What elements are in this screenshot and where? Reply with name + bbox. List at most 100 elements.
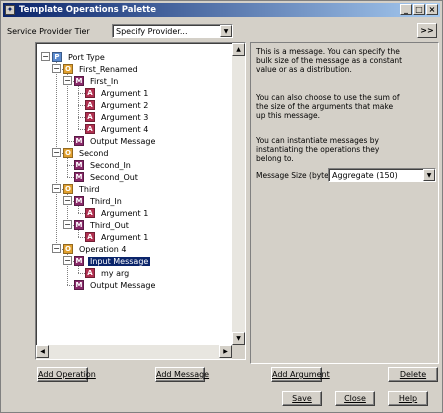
tree-node-label: Argument 2 (101, 100, 149, 110)
tree-node-message[interactable]: M Third_In (74, 195, 124, 207)
tree-connector (78, 117, 85, 118)
operations-tree[interactable]: − P Port Type − O First_Renamed − M First_In A Arg… (35, 42, 246, 360)
tree-node-message[interactable]: M First_In (74, 75, 120, 87)
tree-node-message[interactable]: M Output Message (74, 279, 157, 291)
maximize-button[interactable]: □ (413, 4, 425, 15)
message-size-value: Aggregate (150) (332, 170, 398, 180)
message-size-select[interactable]: Aggregate (150) ▼ (328, 168, 436, 182)
tree-connector (67, 158, 68, 177)
operation-icon: O (63, 64, 73, 74)
info-text-1: This is a message. You can specify the b… (256, 47, 403, 74)
tree-node-message[interactable]: M Output Message (74, 135, 157, 147)
tree-connector (78, 206, 79, 213)
argument-icon: A (85, 124, 95, 134)
add-operation-button[interactable]: Add Operation (37, 367, 96, 382)
tree-connector (67, 141, 74, 142)
message-icon: M (74, 280, 84, 290)
tree-connector (78, 213, 85, 214)
tree-node-message[interactable]: M Input Message (74, 255, 151, 267)
scroll-left-icon[interactable]: ◀ (36, 345, 49, 358)
collapse-icon[interactable]: − (52, 64, 61, 73)
service-provider-tier-label: Service Provider Tier (7, 27, 90, 36)
message-icon: M (74, 256, 84, 266)
tree-connector (78, 129, 85, 130)
collapse-icon[interactable]: − (63, 76, 72, 85)
tree-node-label: Argument 1 (101, 88, 149, 98)
tree-node-operation[interactable]: O First_Renamed (63, 63, 140, 75)
tree-vertical-scrollbar[interactable]: ▲ ▼ (232, 43, 245, 345)
add-argument-button[interactable]: Add Argument (271, 367, 330, 382)
message-icon: M (74, 196, 84, 206)
tree-node-port-type[interactable]: P Port Type (52, 51, 107, 63)
message-icon: M (74, 172, 84, 182)
tree-connector (78, 230, 79, 237)
argument-icon: A (85, 208, 95, 218)
window-title: Template Operations Palette (19, 5, 157, 15)
minimize-button[interactable]: _ (400, 4, 412, 15)
tree-node-message[interactable]: M Second_Out (74, 171, 140, 183)
tree-horizontal-scrollbar[interactable]: ◀ ▶ (36, 345, 232, 359)
tree-node-argument[interactable]: Amy arg (85, 267, 131, 279)
tree-node-label: Input Message (88, 256, 151, 266)
argument-icon: A (85, 112, 95, 122)
tree-connector (78, 237, 85, 238)
tree-node-operation[interactable]: O Operation 4 (63, 243, 128, 255)
collapse-icon[interactable]: − (52, 244, 61, 253)
info-text-2: You can also choose to use the sum of th… (256, 93, 400, 120)
tree-node-label: Third_In (90, 196, 122, 206)
tree-node-label: Argument 3 (101, 112, 149, 122)
tree-node-label: First_In (90, 76, 119, 86)
close-window-button[interactable]: × (426, 4, 438, 15)
message-icon: M (74, 76, 84, 86)
tree-node-label: Third_Out (90, 220, 129, 230)
argument-icon: A (85, 100, 95, 110)
tree-node-operation[interactable]: O Second (63, 147, 110, 159)
collapse-icon[interactable]: − (63, 256, 72, 265)
tree-connector (78, 273, 85, 274)
title-bar[interactable]: ✦ Template Operations Palette _ □ × (3, 3, 440, 17)
collapse-icon[interactable]: − (52, 148, 61, 157)
add-message-button[interactable]: Add Message (155, 367, 209, 382)
tree-node-label: my arg (101, 268, 130, 278)
tree-node-argument[interactable]: A Argument 1 (85, 231, 150, 243)
tree-node-label: Argument 4 (101, 124, 149, 134)
argument-icon: A (85, 268, 95, 278)
scroll-right-icon[interactable]: ▶ (219, 345, 232, 358)
collapse-icon[interactable]: − (63, 220, 72, 229)
close-button[interactable]: Close (335, 391, 375, 406)
tree-node-argument[interactable]: A Argument 3 (85, 111, 150, 123)
operation-icon: O (63, 244, 73, 254)
operation-icon: O (63, 148, 73, 158)
app-icon: ✦ (5, 5, 15, 15)
tree-node-label: Second (79, 148, 109, 158)
scroll-down-icon[interactable]: ▼ (232, 332, 245, 345)
port-type-icon: P (52, 52, 62, 62)
tree-node-argument[interactable]: A Argument 1 (85, 207, 150, 219)
tree-connector (78, 266, 79, 273)
scroll-up-icon[interactable]: ▲ (232, 43, 245, 56)
collapse-icon[interactable]: − (41, 52, 50, 61)
tree-node-message[interactable]: M Third_Out (74, 219, 131, 231)
expand-button[interactable]: >> (417, 23, 437, 38)
tree-node-label: Port Type (68, 52, 105, 62)
tree-node-label: Second_In (90, 160, 131, 170)
scrollbar-corner (232, 345, 245, 359)
message-icon: M (74, 220, 84, 230)
collapse-icon[interactable]: − (63, 196, 72, 205)
tree-node-argument[interactable]: A Argument 4 (85, 123, 150, 135)
collapse-icon[interactable]: − (52, 184, 61, 193)
service-provider-select[interactable]: Specify Provider... ▼ (112, 24, 233, 38)
chevron-down-icon[interactable]: ▼ (220, 25, 232, 37)
tree-node-argument[interactable]: A Argument 1 (85, 87, 150, 99)
tree-node-argument[interactable]: A Argument 2 (85, 99, 150, 111)
help-button[interactable]: Help (388, 391, 428, 406)
save-button[interactable]: Save (282, 391, 322, 406)
message-icon: M (74, 160, 84, 170)
info-panel: This is a message. You can specify the b… (250, 42, 439, 364)
tree-node-operation[interactable]: O Third (63, 183, 101, 195)
delete-button[interactable]: Delete (388, 367, 438, 382)
tree-node-message[interactable]: M Second_In (74, 159, 133, 171)
chevron-down-icon[interactable]: ▼ (423, 169, 435, 181)
argument-icon: A (85, 88, 95, 98)
message-icon: M (74, 136, 84, 146)
